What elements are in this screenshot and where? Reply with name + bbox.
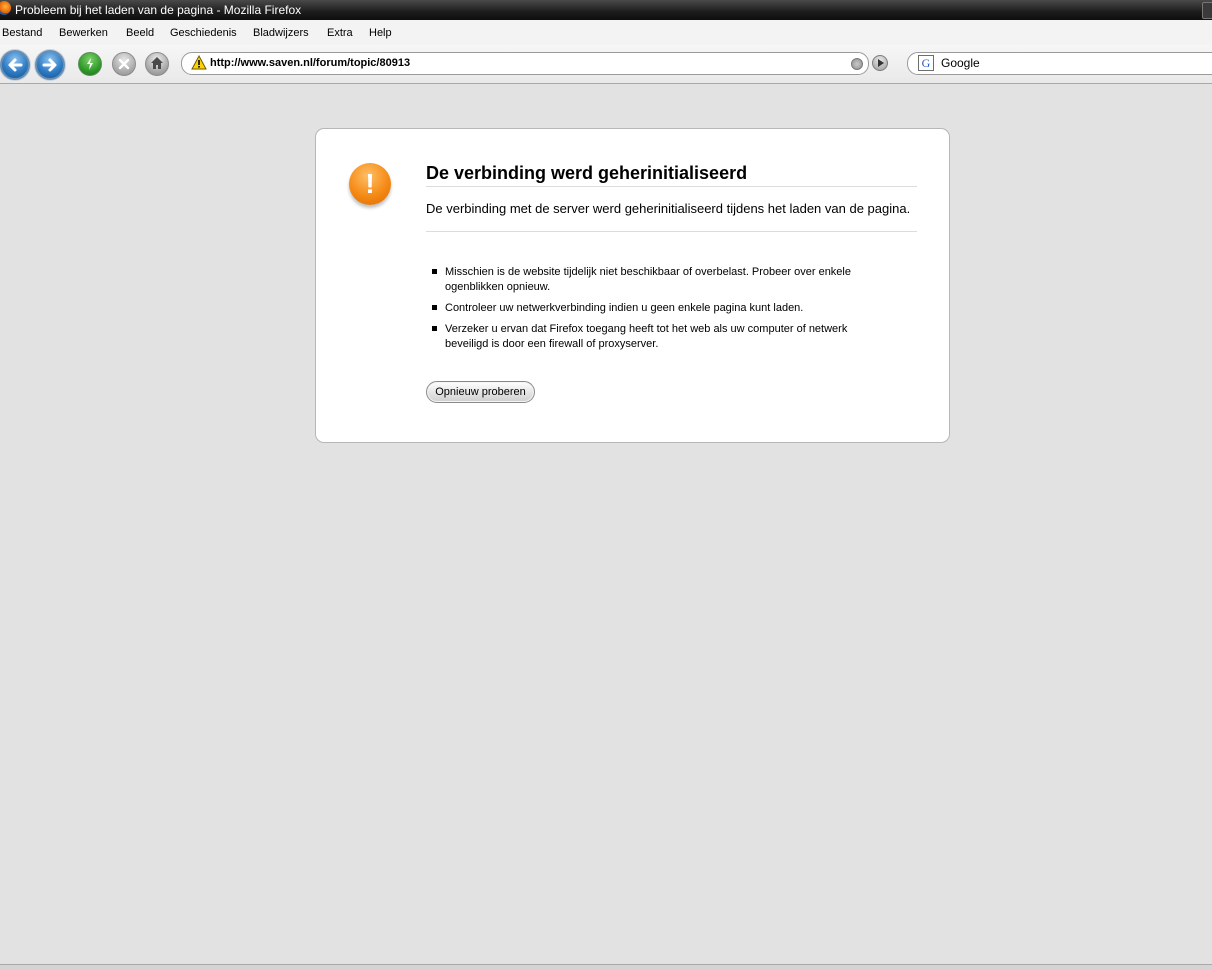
url-bar[interactable]: http://www.saven.nl/forum/topic/80913: [181, 52, 869, 75]
status-bar: [0, 964, 1212, 969]
tip-text: Verzeker u ervan dat Firefox toegang hee…: [445, 323, 848, 350]
reload-icon: [87, 58, 93, 70]
url-dropdown-icon[interactable]: [851, 58, 863, 70]
google-icon[interactable]: G: [918, 55, 934, 71]
go-button[interactable]: [872, 55, 888, 71]
bullet-icon: [432, 326, 437, 331]
menu-bladwijzers[interactable]: Bladwijzers: [253, 27, 309, 39]
menu-extra[interactable]: Extra: [327, 27, 353, 39]
forward-icon: [42, 58, 57, 72]
stop-icon: [118, 58, 130, 70]
error-title: De verbinding werd geherinitialiseerd: [426, 163, 917, 187]
menu-geschiedenis[interactable]: Geschiedenis: [170, 27, 237, 39]
menu-beeld[interactable]: Beeld: [126, 27, 154, 39]
back-button[interactable]: [0, 50, 30, 80]
title-bar: Probleem bij het laden van de pagina - M…: [0, 0, 1212, 20]
alert-icon: !: [349, 163, 391, 205]
menu-bar: Bestand Bewerken Beeld Geschiedenis Blad…: [0, 20, 1212, 45]
list-item: Controleer uw netwerkverbinding indien u…: [426, 301, 866, 316]
stop-button[interactable]: [112, 52, 136, 76]
window-control-button[interactable]: [1202, 2, 1212, 19]
search-engine-label: Google: [941, 56, 980, 70]
firefox-logo-icon[interactable]: [0, 1, 11, 15]
home-icon: [151, 57, 163, 69]
menu-bestand[interactable]: Bestand: [2, 27, 42, 39]
bullet-icon: [432, 305, 437, 310]
error-page-container: ! De verbinding werd geherinitialiseerd …: [315, 128, 950, 443]
menu-bewerken[interactable]: Bewerken: [59, 27, 108, 39]
menu-help[interactable]: Help: [369, 27, 392, 39]
back-icon: [8, 58, 23, 72]
search-bar[interactable]: G Google: [907, 52, 1212, 75]
window-title: Probleem bij het laden van de pagina - M…: [15, 3, 302, 17]
list-item: Misschien is de website tijdelijk niet b…: [426, 265, 866, 295]
error-tips-list: Misschien is de website tijdelijk niet b…: [426, 265, 866, 358]
retry-button[interactable]: Opnieuw proberen: [426, 381, 535, 403]
home-button[interactable]: [145, 52, 169, 76]
error-description: De verbinding met de server werd geherin…: [426, 200, 917, 232]
tip-text: Controleer uw netwerkverbinding indien u…: [445, 302, 804, 314]
navigation-toolbar: http://www.saven.nl/forum/topic/80913 G …: [0, 45, 1212, 84]
list-item: Verzeker u ervan dat Firefox toegang hee…: [426, 322, 866, 352]
url-text[interactable]: http://www.saven.nl/forum/topic/80913: [210, 57, 410, 69]
go-icon: [878, 59, 884, 67]
bullet-icon: [432, 269, 437, 274]
reload-button[interactable]: [78, 52, 102, 76]
warning-icon: [191, 55, 207, 70]
tip-text: Misschien is de website tijdelijk niet b…: [445, 266, 851, 293]
forward-button[interactable]: [35, 50, 65, 80]
